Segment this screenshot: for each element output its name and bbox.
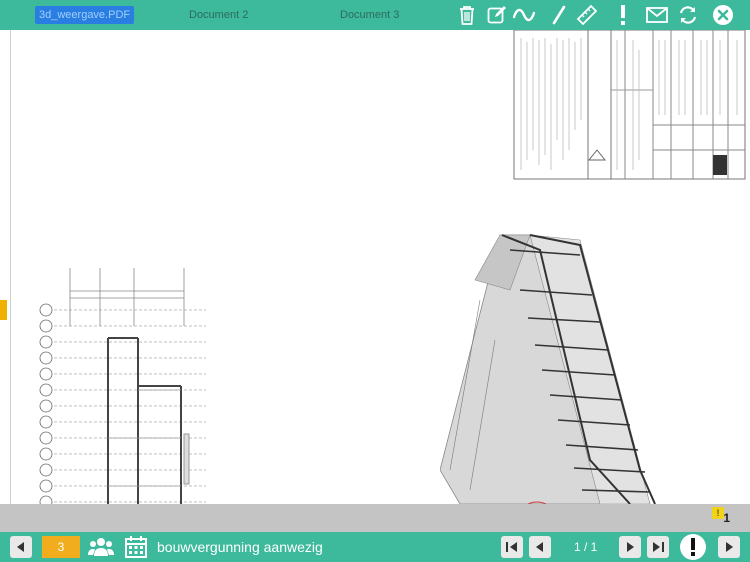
edit-icon[interactable]: [486, 4, 508, 26]
trash-icon[interactable]: [456, 4, 478, 26]
tab-document-2[interactable]: Document 2: [185, 6, 252, 24]
ruler-icon[interactable]: [576, 4, 598, 26]
calendar-icon[interactable]: [124, 535, 148, 559]
users-icon[interactable]: [88, 536, 114, 558]
refresh-icon[interactable]: [677, 4, 699, 26]
next-document-button[interactable]: [718, 536, 740, 558]
document-canvas[interactable]: [0, 30, 750, 504]
chevron-left-icon: [536, 542, 543, 552]
prev-page-button[interactable]: [529, 536, 551, 558]
note-icon[interactable]: !: [712, 507, 724, 519]
next-page-button[interactable]: [619, 536, 641, 558]
side-panel-handle[interactable]: [0, 300, 7, 320]
alert-button[interactable]: [680, 534, 706, 560]
first-page-button[interactable]: [501, 536, 523, 558]
page-counter: 1 / 1: [574, 540, 598, 554]
prev-document-button[interactable]: [10, 536, 32, 558]
status-label: bouwvergunning aanwezig: [157, 539, 323, 555]
3d-structure-drawing: [440, 234, 656, 504]
last-page-button[interactable]: [647, 536, 669, 558]
last-page-icon: [653, 542, 664, 552]
tab-3d-weergave[interactable]: 3d_weergave.PDF: [35, 6, 135, 24]
chevron-right-icon: [627, 542, 634, 552]
mail-icon[interactable]: [646, 4, 668, 26]
page-number-field[interactable]: 3: [42, 536, 80, 558]
freehand-icon[interactable]: [513, 4, 535, 26]
first-page-icon: [506, 542, 517, 552]
bottom-toolbar: 3 bouwvergunning aanwezig 1 / 1: [0, 532, 750, 562]
chevron-right-icon: [726, 542, 733, 552]
close-icon[interactable]: [712, 4, 734, 26]
line-icon[interactable]: [548, 4, 570, 26]
exclamation-icon: [691, 538, 695, 556]
floor-plan-drawing: [39, 268, 206, 504]
note-count: 1: [723, 511, 730, 525]
exclamation-icon[interactable]: [612, 4, 634, 26]
top-toolbar: 3d_weergave.PDF Document 2 Document 3: [0, 0, 750, 30]
page-edge: [10, 30, 11, 504]
annotation-strip: [0, 504, 750, 532]
tab-document-3[interactable]: Document 3: [336, 6, 403, 24]
viewer-app: 3d_weergave.PDF Document 2 Document 3 ! …: [0, 0, 750, 562]
title-block-drawing: [513, 30, 746, 180]
chevron-left-icon: [17, 542, 24, 552]
